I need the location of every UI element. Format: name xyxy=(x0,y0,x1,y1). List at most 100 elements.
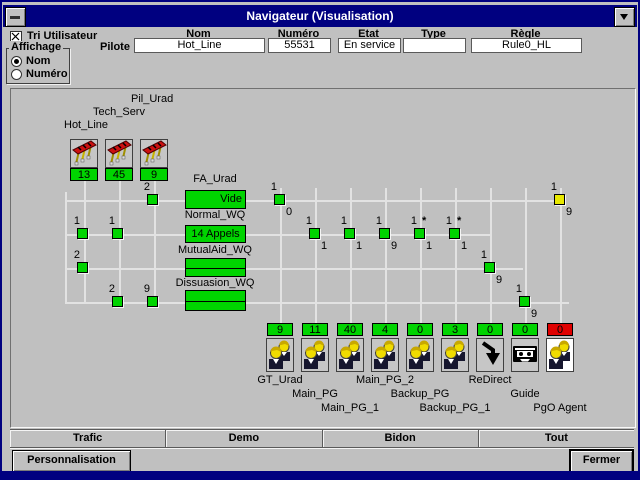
agent-icon-box[interactable] xyxy=(441,338,469,372)
affichage-group-title: Affichage xyxy=(9,41,63,53)
agent-count: 0 xyxy=(477,323,503,336)
node-bottom-value: 9 xyxy=(566,206,572,218)
queue-text: Vide xyxy=(186,191,245,208)
node-top-value: 1 xyxy=(543,181,557,193)
tab-trafic[interactable]: Trafic xyxy=(10,430,166,447)
agent-icon-box[interactable] xyxy=(371,338,399,372)
agent-group-icon xyxy=(372,339,398,372)
title-bar: Navigateur (Visualisation) xyxy=(3,5,637,27)
minimize-icon xyxy=(620,14,628,20)
link-node-square[interactable] xyxy=(112,296,123,307)
grid-vline xyxy=(490,188,492,323)
queue-divider xyxy=(186,268,245,269)
agent-icon-box[interactable] xyxy=(511,338,539,372)
queue-label: Normal_WQ xyxy=(155,209,275,221)
agent-label: GT_Urad xyxy=(238,374,322,386)
agent-icon-box[interactable] xyxy=(301,338,329,372)
agent-icon-box[interactable] xyxy=(546,338,574,372)
grid-vline xyxy=(119,181,121,302)
queue-box[interactable]: Vide xyxy=(185,190,246,209)
queue-text: 14 Appels xyxy=(186,226,245,242)
affichage-option-numéro[interactable]: Numéro xyxy=(11,68,66,80)
node-top-value: 9 xyxy=(136,283,150,295)
node-bottom-value: 9 xyxy=(391,240,397,252)
window-bottom-border xyxy=(2,471,638,478)
pilot-desk-icon xyxy=(106,139,132,169)
node-bottom-value: 1 xyxy=(356,240,362,252)
agent-label: Backup_PG xyxy=(378,388,462,400)
agent-count: 11 xyxy=(302,323,328,336)
agent-count: 4 xyxy=(372,323,398,336)
agent-icon-box[interactable] xyxy=(406,338,434,372)
link-node-square[interactable] xyxy=(344,228,355,239)
grid-vline xyxy=(420,188,422,323)
tab-tout[interactable]: Tout xyxy=(479,430,634,447)
pilot-icon-box[interactable] xyxy=(140,139,168,168)
agent-label: ReDirect xyxy=(448,374,532,386)
node-top-value: 1 xyxy=(508,283,522,295)
node-bottom-value: 1 xyxy=(426,240,432,252)
link-node-square[interactable] xyxy=(147,296,158,307)
link-node-square[interactable] xyxy=(309,228,320,239)
node-top-value: 1 xyxy=(403,215,417,227)
diagram-canvas: Hot_Line13Tech_Serv45Pil_Urad9FA_UradVid… xyxy=(10,88,636,428)
window-title: Navigateur (Visualisation) xyxy=(27,5,613,27)
link-node-square[interactable] xyxy=(554,194,565,205)
pilot-name-field[interactable]: Hot_Line xyxy=(134,38,265,53)
pilot-icon-box[interactable] xyxy=(105,139,133,168)
link-node-square[interactable] xyxy=(379,228,390,239)
queue-box[interactable]: 14 Appels xyxy=(185,225,246,243)
node-star-marker: * xyxy=(422,215,426,227)
agent-count: 3 xyxy=(442,323,468,336)
pilot-desk-icon xyxy=(71,139,97,169)
pilot-rule-field[interactable]: Rule0_HL xyxy=(471,38,582,53)
agent-label: Main_PG xyxy=(273,388,357,400)
link-node-square[interactable] xyxy=(484,262,495,273)
agent-label: Main_PG_1 xyxy=(308,402,392,414)
node-top-value: 1 xyxy=(368,215,382,227)
pilot-label: Hot_Line xyxy=(64,119,108,131)
link-node-square[interactable] xyxy=(519,296,530,307)
queue-box[interactable] xyxy=(185,290,246,311)
node-top-value: 2 xyxy=(66,249,80,261)
node-top-value: 2 xyxy=(136,181,150,193)
radio-label: Numéro xyxy=(26,68,68,80)
system-menu-icon xyxy=(10,16,20,19)
link-node-square[interactable] xyxy=(414,228,425,239)
radio-icon[interactable] xyxy=(11,69,22,80)
affichage-option-nom[interactable]: Nom xyxy=(11,55,66,67)
node-bottom-value: 1 xyxy=(461,240,467,252)
link-node-square[interactable] xyxy=(147,194,158,205)
agent-icon-box[interactable] xyxy=(336,338,364,372)
agent-group-icon xyxy=(547,339,573,372)
system-menu-button[interactable] xyxy=(5,7,26,27)
radio-icon[interactable] xyxy=(11,56,22,67)
pilot-desk-icon xyxy=(141,139,167,169)
link-node-square[interactable] xyxy=(449,228,460,239)
agent-icon-box[interactable] xyxy=(266,338,294,372)
agent-group-icon xyxy=(337,339,363,372)
queue-label: FA_Urad xyxy=(155,173,275,185)
node-bottom-value: 0 xyxy=(286,206,292,218)
pilot-type-field[interactable] xyxy=(403,38,466,53)
pilot-state-field[interactable]: En service xyxy=(338,38,401,53)
redirect-icon xyxy=(478,340,502,370)
link-node-square[interactable] xyxy=(274,194,285,205)
grid-hline xyxy=(65,200,562,202)
pilot-number-field[interactable]: 55531 xyxy=(268,38,331,53)
personnalisation-button[interactable]: Personnalisation xyxy=(12,450,131,472)
agent-label: PgO Agent xyxy=(518,402,602,414)
pilot-icon-box[interactable] xyxy=(70,139,98,168)
link-node-square[interactable] xyxy=(77,228,88,239)
link-node-square[interactable] xyxy=(77,262,88,273)
queue-divider xyxy=(186,301,245,302)
tab-bidon[interactable]: Bidon xyxy=(323,430,479,447)
minimize-button[interactable] xyxy=(614,7,635,27)
agent-icon-box[interactable] xyxy=(476,338,504,372)
agent-count: 0 xyxy=(547,323,573,336)
link-node-square[interactable] xyxy=(112,228,123,239)
agent-label: Main_PG_2 xyxy=(343,374,427,386)
node-top-value: 1 xyxy=(438,215,452,227)
queue-box[interactable] xyxy=(185,258,246,277)
tab-demo[interactable]: Demo xyxy=(166,430,322,447)
